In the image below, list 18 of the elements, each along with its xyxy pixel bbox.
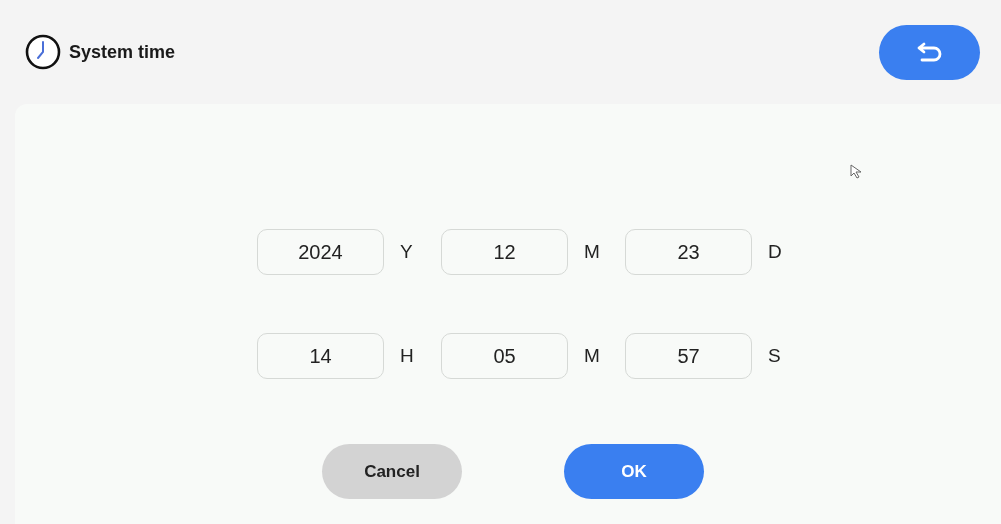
number-field[interactable]: 2024: [257, 229, 384, 275]
cursor-icon: [850, 164, 864, 180]
page-title: System time: [69, 40, 176, 64]
number-field[interactable]: 23: [625, 229, 752, 275]
back-button[interactable]: [879, 24, 980, 80]
number-field[interactable]: 05: [441, 333, 568, 379]
ok-button[interactable]: OK: [564, 444, 704, 499]
unit-label: H: [400, 344, 414, 366]
cancel-button[interactable]: Cancel: [322, 444, 462, 499]
number-field[interactable]: 57: [625, 333, 752, 379]
number-field[interactable]: 12: [441, 229, 568, 275]
unit-label: M: [584, 240, 600, 262]
unit-label: D: [768, 240, 782, 262]
unit-label: Y: [400, 240, 413, 262]
number-field[interactable]: 14: [257, 333, 384, 379]
unit-label: M: [584, 344, 600, 366]
clock-icon: [25, 34, 61, 70]
unit-label: S: [768, 344, 781, 366]
